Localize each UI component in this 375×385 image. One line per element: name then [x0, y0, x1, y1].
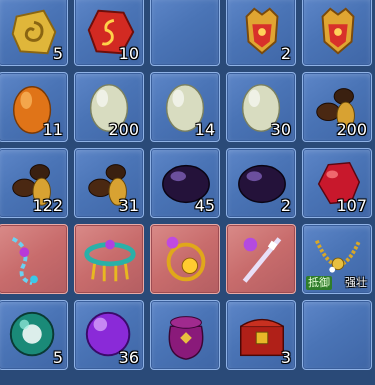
inventory-slot[interactable]: 45 — [150, 148, 220, 218]
inventory-slot[interactable]: 抵御 强壮 — [302, 224, 372, 294]
item-count: 5 — [52, 348, 63, 367]
inventory-slot[interactable]: 2 — [226, 0, 296, 66]
inventory-slot[interactable]: 107 — [302, 148, 372, 218]
inventory-slot[interactable]: 14 — [150, 72, 220, 142]
inventory-slot[interactable]: 122 — [0, 148, 68, 218]
item-count: 31 — [118, 196, 139, 215]
inventory-grid: 5 10 2 11 200 14 30 200 122 31 45 2 107 … — [0, 0, 375, 373]
inventory-slot[interactable]: 200 — [74, 72, 144, 142]
blue-chain-necklace-icon — [11, 237, 38, 286]
inventory-slot[interactable]: 10 — [74, 0, 144, 66]
inventory-slot[interactable]: 200 — [302, 72, 372, 142]
inventory-slot[interactable]: 36 — [74, 300, 144, 370]
item-count: 2 — [280, 196, 291, 215]
inventory-slot[interactable]: 5 — [0, 0, 68, 66]
inventory-slot[interactable]: 30 — [226, 72, 296, 142]
inventory-slot-bound[interactable] — [0, 224, 68, 294]
inventory-slot[interactable]: 11 — [0, 72, 68, 142]
item-count: 5 — [52, 44, 63, 63]
inventory-slot[interactable] — [302, 0, 372, 66]
item-count: 2 — [280, 44, 291, 63]
inventory-slot-empty[interactable] — [150, 0, 220, 66]
resist-tag-badge: 抵御 — [306, 276, 332, 290]
item-count: 36 — [118, 348, 139, 367]
strong-tag-label: 强壮 — [345, 276, 367, 289]
inventory-slot-bound[interactable] — [226, 224, 296, 294]
item-count: 200 — [108, 120, 139, 139]
purple-pouch-icon — [168, 316, 204, 360]
item-count: 30 — [270, 120, 291, 139]
item-count: 10 — [118, 44, 139, 63]
crystal-wand-icon — [242, 237, 282, 283]
inventory-slot[interactable] — [150, 300, 220, 370]
item-count: 14 — [194, 120, 215, 139]
inventory-slot[interactable]: 31 — [74, 148, 144, 218]
inventory-slot-bound[interactable] — [150, 224, 220, 294]
inventory-slot[interactable]: 2 — [226, 148, 296, 218]
item-count: 200 — [336, 120, 367, 139]
item-count: 11 — [42, 120, 63, 139]
gold-amulet-necklace-icon — [166, 236, 206, 282]
inventory-slot[interactable]: 3 — [226, 300, 296, 370]
teal-beaded-necklace-icon — [84, 239, 136, 282]
inventory-slot[interactable]: 5 — [0, 300, 68, 370]
golden-red-helmet-icon — [321, 7, 355, 55]
item-count: 122 — [32, 196, 63, 215]
inventory-slot-empty[interactable] — [302, 300, 372, 370]
inventory-slot-bound[interactable] — [74, 224, 144, 294]
item-count: 107 — [336, 196, 367, 215]
item-count: 3 — [280, 348, 291, 367]
item-count: 45 — [194, 196, 215, 215]
